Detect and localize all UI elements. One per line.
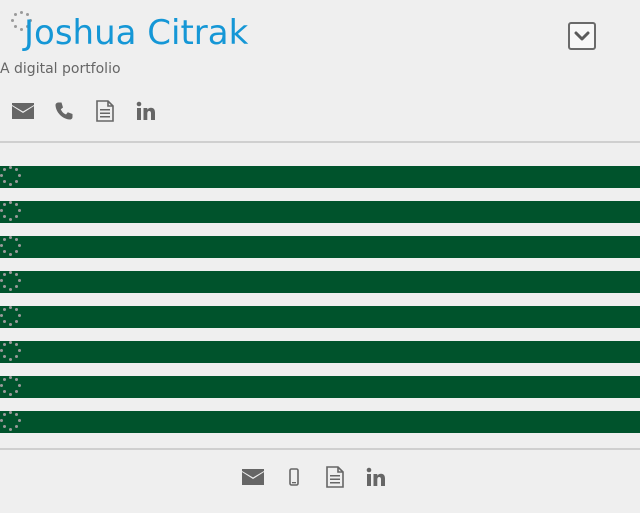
portfolio-item-band[interactable]	[0, 201, 640, 223]
footer-divider	[0, 448, 640, 450]
phone-icon	[55, 102, 73, 120]
resume-link[interactable]	[93, 99, 117, 123]
footer-resume-link[interactable]	[323, 465, 347, 489]
phone-link[interactable]	[52, 99, 76, 123]
footer-linkedin-link[interactable]	[364, 465, 388, 489]
footer-email-link[interactable]	[241, 465, 265, 489]
loading-spinner-icon	[0, 236, 22, 258]
document-icon	[326, 466, 344, 488]
portfolio-item-band[interactable]	[0, 411, 640, 433]
portfolio-list	[0, 166, 640, 446]
footer-contact-icons	[241, 465, 405, 489]
envelope-icon	[12, 103, 34, 119]
loading-spinner-icon	[0, 271, 22, 293]
portfolio-item-band[interactable]	[0, 341, 640, 363]
site-subtitle: A digital portfolio	[0, 61, 121, 77]
envelope-icon	[242, 469, 264, 485]
email-link[interactable]	[11, 99, 35, 123]
dropdown-toggle-button[interactable]	[568, 22, 596, 50]
footer-mobile-link[interactable]	[282, 465, 306, 489]
loading-spinner-icon	[0, 201, 22, 223]
portfolio-item-band[interactable]	[0, 271, 640, 293]
loading-spinner-icon	[0, 166, 22, 188]
loading-spinner-icon	[0, 411, 22, 433]
loading-spinner-icon	[0, 376, 22, 398]
document-icon	[96, 100, 114, 122]
chevron-down-icon	[574, 31, 590, 41]
linkedin-icon	[366, 467, 385, 486]
header-divider	[0, 141, 640, 143]
linkedin-icon	[136, 101, 155, 120]
linkedin-link[interactable]	[134, 99, 158, 123]
loading-spinner-icon	[0, 306, 22, 328]
mobile-phone-icon	[289, 468, 299, 486]
portfolio-item-band[interactable]	[0, 306, 640, 328]
site-title: Joshua Citrak	[24, 13, 249, 53]
contact-icons	[11, 99, 175, 123]
portfolio-item-band[interactable]	[0, 376, 640, 398]
portfolio-item-band[interactable]	[0, 236, 640, 258]
portfolio-item-band[interactable]	[0, 166, 640, 188]
loading-spinner-icon	[0, 341, 22, 363]
